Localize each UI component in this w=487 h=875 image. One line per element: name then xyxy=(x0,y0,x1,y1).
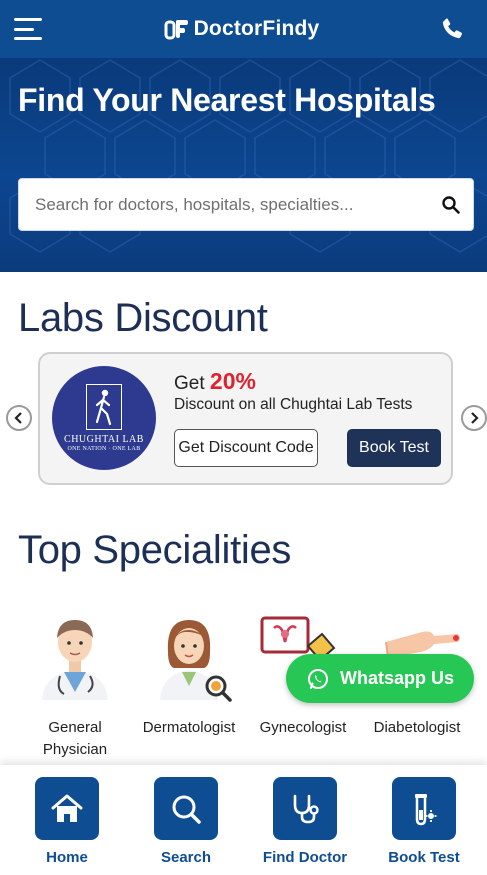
top-app-bar: DoctorFindy xyxy=(0,0,487,58)
nav-book-test[interactable]: Book Test xyxy=(369,777,479,866)
speciality-label: Dermatologist xyxy=(142,719,236,736)
whatsapp-label: Whatsapp Us xyxy=(339,668,454,688)
speciality-dermatologist[interactable]: Dermatologist xyxy=(133,612,245,739)
whatsapp-us-button[interactable]: Whatsapp Us xyxy=(286,654,474,703)
home-icon xyxy=(51,794,83,822)
walking-man-icon xyxy=(86,384,122,430)
nav-label: Search xyxy=(160,849,212,866)
hero-title: Find Your Nearest Hospitals xyxy=(18,82,436,118)
top-specialities-heading: Top Specialities xyxy=(18,528,292,572)
carousel-prev-button[interactable] xyxy=(6,405,32,431)
discount-percent: 20% xyxy=(209,368,256,394)
speciality-general-physician[interactable]: General Physician xyxy=(19,612,131,761)
bottom-navigation: Home Search Find Doctor Book Test xyxy=(0,765,487,875)
whatsapp-icon xyxy=(307,668,328,689)
doctor-icon xyxy=(42,620,108,700)
hamburger-menu-icon[interactable] xyxy=(14,16,44,42)
get-label: Get xyxy=(174,373,205,394)
nav-label: Book Test xyxy=(388,849,460,866)
chughtai-lab-logo: CHUGHTAI LAB ONE NATION · ONE LAB xyxy=(52,366,156,470)
test-tube-icon xyxy=(415,793,437,825)
speciality-label: Diabetologist xyxy=(373,719,461,736)
lab-discount-card: CHUGHTAI LAB ONE NATION · ONE LAB Get 20… xyxy=(38,352,453,485)
hero-banner: Find Your Nearest Hospitals xyxy=(0,58,487,272)
labs-discount-heading: Labs Discount xyxy=(18,296,268,340)
search-icon[interactable] xyxy=(441,195,461,215)
chevron-left-icon xyxy=(14,412,22,424)
chevron-right-icon xyxy=(471,412,479,424)
discount-headline: Get 20% xyxy=(174,368,256,395)
speciality-label: General Physician xyxy=(42,719,108,758)
discount-description: Discount on all Chughtai Lab Tests xyxy=(174,396,413,413)
phone-icon[interactable] xyxy=(439,16,465,42)
carousel-next-button[interactable] xyxy=(461,405,487,431)
speciality-label: Gynecologist xyxy=(259,719,347,736)
nav-label: Home xyxy=(46,849,88,866)
nav-find-doctor[interactable]: Find Doctor xyxy=(250,777,360,866)
nav-label: Find Doctor xyxy=(262,849,348,866)
nav-search[interactable]: Search xyxy=(131,777,241,866)
stethoscope-icon xyxy=(293,794,319,823)
brand-logo[interactable]: DoctorFindy xyxy=(164,17,320,41)
get-discount-code-button[interactable]: Get Discount Code xyxy=(174,429,318,467)
search-input[interactable] xyxy=(35,194,441,215)
book-test-button[interactable]: Book Test xyxy=(347,429,441,467)
search-icon xyxy=(172,795,201,824)
brand-name: DoctorFindy xyxy=(193,17,320,40)
search-bar[interactable] xyxy=(18,178,474,231)
logo-mark-icon xyxy=(164,20,188,40)
dermatologist-icon xyxy=(160,620,232,702)
nav-home[interactable]: Home xyxy=(12,777,122,866)
